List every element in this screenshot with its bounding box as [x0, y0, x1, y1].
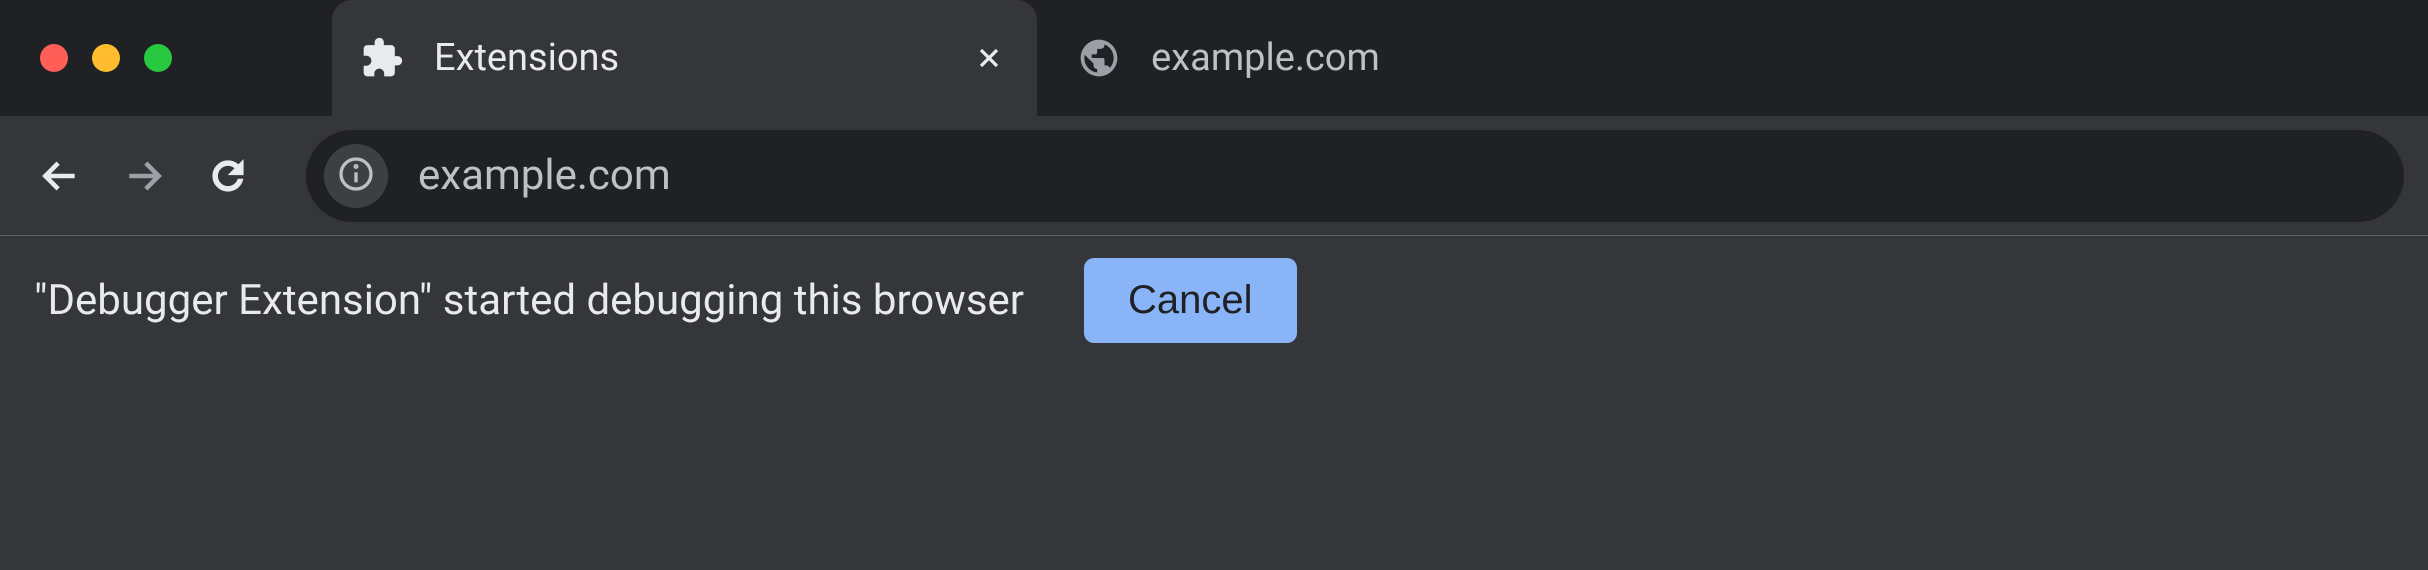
back-button[interactable]: [24, 140, 96, 212]
url-input[interactable]: [418, 151, 2386, 200]
tab-title: example.com: [1151, 36, 1380, 80]
window-close-button[interactable]: [40, 44, 68, 72]
tab-extensions[interactable]: Extensions: [332, 0, 1037, 116]
forward-button[interactable]: [108, 140, 180, 212]
window-minimize-button[interactable]: [92, 44, 120, 72]
debugger-infobar: "Debugger Extension" started debugging t…: [0, 236, 2428, 364]
address-bar[interactable]: [306, 130, 2404, 222]
window-maximize-button[interactable]: [144, 44, 172, 72]
globe-icon: [1077, 36, 1121, 80]
toolbar: [0, 116, 2428, 236]
reload-button[interactable]: [192, 140, 264, 212]
tabs-container: Extensions example.com: [332, 0, 1408, 116]
close-icon[interactable]: [969, 38, 1009, 78]
cancel-button[interactable]: Cancel: [1084, 258, 1297, 343]
tab-title: Extensions: [434, 36, 619, 80]
infobar-message: "Debugger Extension" started debugging t…: [34, 276, 1024, 325]
tab-example-com[interactable]: example.com: [1037, 0, 1408, 116]
site-info-button[interactable]: [324, 144, 388, 208]
tab-strip: Extensions example.com: [0, 0, 2428, 116]
window-controls: [40, 44, 172, 72]
info-icon: [336, 154, 376, 198]
puzzle-piece-icon: [360, 36, 404, 80]
